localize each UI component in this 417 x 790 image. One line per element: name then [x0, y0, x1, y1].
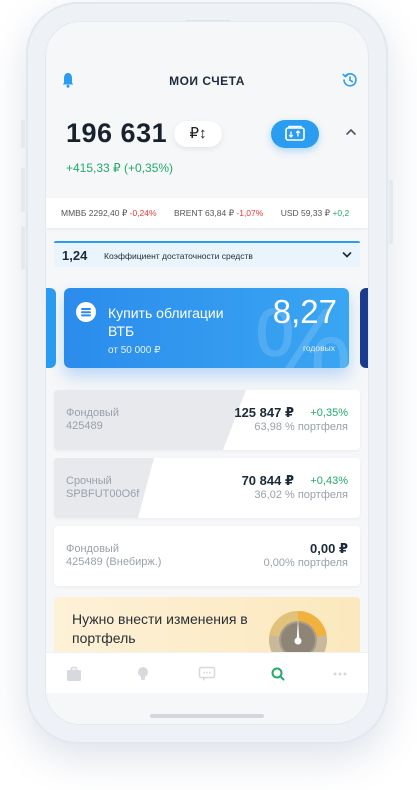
phone-side-button [389, 180, 393, 244]
account-card[interactable]: Срочный SPBFUT00O6f 70 844 ₽ +0,43% 36,02… [54, 458, 360, 518]
ratio-label: Коэффициент достаточности средств [104, 251, 253, 261]
market-ticker[interactable]: ММВБ 2292,40 ₽ -0,24% BRENT 63,84 ₽ -1,0… [46, 198, 368, 228]
chevron-down-icon [342, 252, 352, 258]
account-name: Срочный SPBFUT00O6f [66, 475, 140, 500]
promo-subtitle: от 50 000 ₽ [108, 345, 161, 356]
search-icon[interactable] [269, 665, 287, 683]
sufficiency-ratio[interactable]: 1,24 Коэффициент достаточности средств [54, 241, 360, 267]
header: МОИ СЧЕТА [46, 72, 368, 92]
promo-rate: 8,27 [272, 293, 337, 330]
lightbulb-icon[interactable] [134, 665, 152, 683]
account-amount: 125 847 ₽ [234, 405, 294, 420]
account-change: +0,43% [310, 475, 348, 487]
phone-side-button [21, 168, 25, 212]
wallet-button[interactable] [271, 120, 319, 148]
account-amount: 0,00 ₽ [310, 541, 348, 556]
bond-icon [76, 302, 96, 322]
chat-icon[interactable] [198, 665, 216, 683]
banner-text: Нужно внести изменения в портфель [72, 611, 248, 646]
account-card[interactable]: Фондовый 425489 125 847 ₽ +0,35% 63,98 % … [54, 390, 360, 450]
balance-change: +415,33 ₽ (+0,35%) [66, 161, 174, 175]
chevron-up-icon[interactable] [345, 126, 357, 138]
promo-card-next[interactable] [360, 288, 368, 368]
promo-rate-label: годовых [302, 343, 335, 353]
promo-card-vtb-bonds[interactable]: % Купить облигации ВТБ от 50 000 ₽ 8,27 … [64, 288, 349, 368]
ratio-value: 1,24 [62, 248, 88, 263]
briefcase-icon[interactable] [65, 665, 83, 683]
app-screen: МОИ СЧЕТА 196 631 ₽↕ +415,33 ₽ (+0,35%) … [46, 22, 368, 724]
account-name: Фондовый 425489 (Внебирж.) [66, 543, 162, 568]
promo-card-prev[interactable] [46, 288, 56, 368]
bottom-tab-bar [46, 652, 368, 693]
history-icon[interactable] [342, 72, 358, 88]
wallet-icon [285, 125, 305, 141]
account-amount: 70 844 ₽ [241, 473, 294, 488]
total-balance: 196 631 [66, 118, 168, 148]
promo-title: Купить облигации ВТБ [108, 305, 224, 339]
more-icon[interactable] [331, 665, 349, 683]
ticker-item: ММВБ 2292,40 ₽ -0,24% [61, 208, 157, 218]
phone-side-button [21, 120, 25, 148]
account-card[interactable]: Фондовый 425489 (Внебирж.) 0,00 ₽ 0,00% п… [54, 526, 360, 586]
home-indicator [150, 714, 264, 718]
ticker-item: BRENT 63,84 ₽ -1,07% [173, 208, 264, 218]
phone-side-button [21, 226, 25, 270]
currency-toggle[interactable]: ₽↕ [174, 121, 222, 147]
account-share: 36,02 % портфеля [254, 489, 348, 501]
page-title: МОИ СЧЕТА [169, 74, 245, 88]
account-change: +0,35% [310, 407, 348, 419]
account-share: 63,98 % портфеля [254, 421, 348, 433]
account-name: Фондовый 425489 [66, 407, 119, 432]
ticker-item: USD 59,33 ₽ +0,2 [280, 208, 350, 218]
account-share: 0,00% портфеля [263, 557, 348, 569]
